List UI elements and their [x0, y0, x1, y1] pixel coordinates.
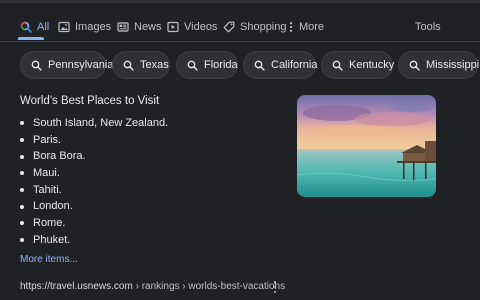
video-icon [167, 21, 179, 33]
list-item: Tahiti. [20, 182, 168, 199]
bullet [20, 138, 24, 143]
tab-videos[interactable]: Videos [167, 14, 217, 40]
tab-shopping-label: Shopping [240, 21, 287, 33]
chip-label: Texas [140, 59, 169, 71]
bullet [20, 204, 24, 209]
chip-label: Pennsylvania [48, 59, 114, 71]
more-options-icon[interactable] [272, 281, 278, 293]
active-tab-indicator [18, 37, 44, 40]
tab-all-label: All [37, 21, 50, 33]
search-icon [20, 21, 32, 33]
list-item-text: Tahiti. [33, 183, 62, 196]
image-icon [58, 21, 70, 33]
list-item-text: Paris. [33, 133, 62, 146]
list-item: London. [20, 198, 168, 215]
search-bar-edge [0, 0, 480, 3]
source-path: › rankings › worlds-best-vacations [132, 281, 286, 292]
chip-label: Florida [204, 59, 238, 71]
search-tabs: All Images News Videos Shopping More Too… [0, 14, 480, 42]
list-item-text: London. [33, 200, 73, 213]
search-icon [123, 60, 134, 71]
overwater-bungalow-image [297, 95, 436, 197]
featured-snippet-list: South Island, New Zealand. Paris. Bora B… [20, 115, 168, 249]
bullet [20, 221, 24, 226]
featured-snippet-title: World's Best Places to Visit [20, 95, 160, 107]
search-icon [254, 60, 265, 71]
tools-button[interactable]: Tools [415, 14, 441, 40]
result-thumbnail[interactable] [297, 95, 436, 197]
tab-news[interactable]: News [117, 14, 162, 40]
chip-florida[interactable]: Florida [176, 51, 238, 79]
chip-pennsylvania[interactable]: Pennsylvania [20, 51, 113, 79]
source-host: https://travel.usnews.com [20, 281, 133, 292]
chip-texas[interactable]: Texas [112, 51, 170, 79]
list-item: Rome. [20, 215, 168, 232]
list-item-text: Phuket. [33, 233, 71, 246]
chip-label: Mississippi [426, 59, 480, 71]
chip-label: Kentucky [349, 59, 395, 71]
tab-more[interactable]: More [288, 14, 324, 40]
list-item: South Island, New Zealand. [20, 115, 168, 132]
more-vert-icon [289, 22, 293, 32]
tab-shopping[interactable]: Shopping [223, 14, 287, 40]
tabs-divider [0, 41, 480, 42]
chip-kentucky[interactable]: Kentucky [321, 51, 395, 79]
list-item-text: Rome. [33, 217, 66, 230]
bullet [20, 238, 24, 243]
tab-images[interactable]: Images [58, 14, 111, 40]
result-source-url[interactable]: https://travel.usnews.com › rankings › w… [20, 281, 285, 292]
refinement-chips: Pennsylvania Texas Florida California Ke… [0, 51, 480, 81]
list-item-text: Bora Bora. [33, 150, 86, 163]
tab-images-label: Images [75, 21, 112, 33]
chip-mississippi[interactable]: Mississippi [398, 51, 480, 79]
chip-label: California [271, 59, 318, 71]
search-icon [332, 60, 343, 71]
search-icon [31, 60, 42, 71]
more-items-link[interactable]: More items... [20, 254, 78, 265]
bullet [20, 121, 24, 126]
news-icon [117, 22, 129, 32]
list-item-text: South Island, New Zealand. [33, 117, 169, 129]
tools-label: Tools [415, 21, 441, 33]
list-item: Paris. [20, 132, 168, 149]
tab-news-label: News [134, 21, 162, 33]
list-item: Phuket. [20, 232, 168, 249]
bullet [20, 171, 24, 176]
search-icon [409, 60, 420, 71]
list-item: Bora Bora. [20, 148, 168, 165]
bullet [20, 188, 24, 193]
chip-california[interactable]: California [243, 51, 318, 79]
list-item: Maui. [20, 165, 168, 182]
bullet [20, 154, 24, 159]
tab-videos-label: Videos [184, 21, 218, 33]
tag-icon [223, 21, 235, 33]
tab-more-label: More [299, 21, 325, 33]
list-item-text: Maui. [33, 167, 60, 180]
search-icon [187, 60, 198, 71]
